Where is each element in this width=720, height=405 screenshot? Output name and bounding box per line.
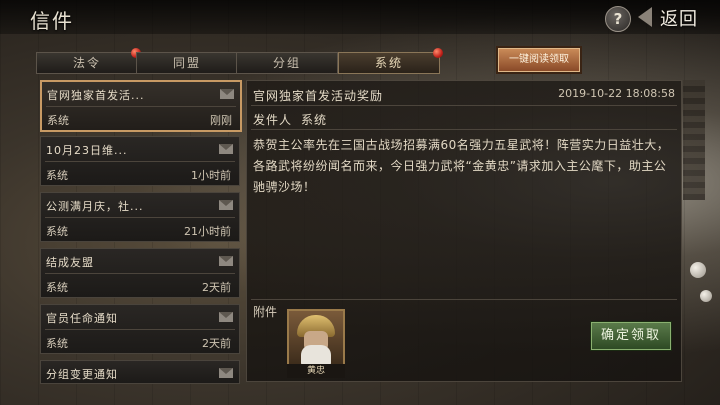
divider xyxy=(45,329,235,330)
divider xyxy=(45,273,235,274)
top-bar: 信件 ? 返回 xyxy=(0,0,720,34)
mail-title: 官员任命通知 xyxy=(46,312,118,325)
attachment-general-portrait[interactable] xyxy=(287,309,345,369)
divider xyxy=(251,299,677,300)
mail-list-item[interactable]: 官员任命通知 系统 2天前 xyxy=(40,304,240,354)
attachment-label: 附件 xyxy=(253,305,278,319)
tab-label: 分组 xyxy=(272,56,301,70)
envelope-icon xyxy=(220,89,234,99)
mail-sender: 系统 xyxy=(46,225,68,238)
mail-title: 结成友盟 xyxy=(46,256,94,269)
divider xyxy=(45,217,235,218)
detail-title: 官网独家首发活动奖励 xyxy=(253,89,384,103)
attachment-name: 黄忠 xyxy=(287,364,345,378)
envelope-icon xyxy=(219,312,233,322)
mail-list-item[interactable]: 结成友盟 系统 2天前 xyxy=(40,248,240,298)
page-title: 信件 xyxy=(30,9,74,33)
sender-label: 发件人 xyxy=(253,113,293,127)
mail-time: 21小时前 xyxy=(184,225,231,238)
mail-time: 2天前 xyxy=(202,337,231,350)
mail-title: 公测满月庆，社... xyxy=(46,200,144,213)
mail-detail-panel: 官网独家首发活动奖励 2019-10-22 18:08:58 发件人 系统 恭贺… xyxy=(246,80,682,382)
tab-alliance[interactable]: 同盟 xyxy=(136,52,238,74)
mail-time: 刚刚 xyxy=(210,114,232,127)
mail-list-item[interactable]: 10月23日维... 系统 1小时前 xyxy=(40,136,240,186)
tab-label: 同盟 xyxy=(172,56,201,70)
mail-list-item[interactable]: 官网独家首发活... 系统 刚刚 xyxy=(40,80,242,132)
notification-dot-icon xyxy=(433,48,443,58)
envelope-icon xyxy=(219,368,233,378)
divider xyxy=(45,161,235,162)
divider xyxy=(46,106,236,107)
back-arrow-icon xyxy=(638,7,652,27)
mail-title: 10月23日维... xyxy=(46,144,128,157)
help-button[interactable]: ? xyxy=(605,6,631,32)
mail-time: 2天前 xyxy=(202,281,231,294)
divider xyxy=(251,129,677,130)
mail-list-item[interactable]: 分组变更通知 xyxy=(40,360,240,384)
decorative-coin xyxy=(690,262,706,278)
read-all-claim-button[interactable]: 一键阅读领取 xyxy=(498,48,580,72)
tab-group[interactable]: 分组 xyxy=(236,52,338,74)
tab-edicts[interactable]: 法令 xyxy=(36,48,141,74)
mail-sender: 系统 xyxy=(46,169,68,182)
mail-sender: 系统 xyxy=(47,114,69,127)
confirm-claim-button[interactable]: 确定领取 xyxy=(591,322,671,350)
tab-label: 系统 xyxy=(374,56,403,70)
envelope-icon xyxy=(219,256,233,266)
decorative-coin xyxy=(700,290,712,302)
tab-system[interactable]: 系统 xyxy=(338,48,443,74)
mail-title: 分组变更通知 xyxy=(46,368,118,381)
back-label: 返回 xyxy=(660,9,698,30)
mail-time: 1小时前 xyxy=(191,169,231,182)
tab-label: 法令 xyxy=(72,56,101,70)
detail-date: 2019-10-22 18:08:58 xyxy=(558,87,675,100)
detail-body: 恭贺主公率先在三国古战场招募满60名强力五星武将！阵营实力日益壮大，各路武将纷纷… xyxy=(253,138,670,194)
envelope-icon xyxy=(219,144,233,154)
mail-title: 官网独家首发活... xyxy=(47,89,145,102)
mail-sender: 系统 xyxy=(46,281,68,294)
envelope-icon xyxy=(219,200,233,210)
sender-value: 系统 xyxy=(301,113,328,127)
mail-sender: 系统 xyxy=(46,337,68,350)
decorative-strip xyxy=(683,80,705,200)
mail-list-item[interactable]: 公测满月庆，社... 系统 21小时前 xyxy=(40,192,240,242)
back-button[interactable]: 返回 xyxy=(638,4,714,30)
divider xyxy=(251,105,677,106)
